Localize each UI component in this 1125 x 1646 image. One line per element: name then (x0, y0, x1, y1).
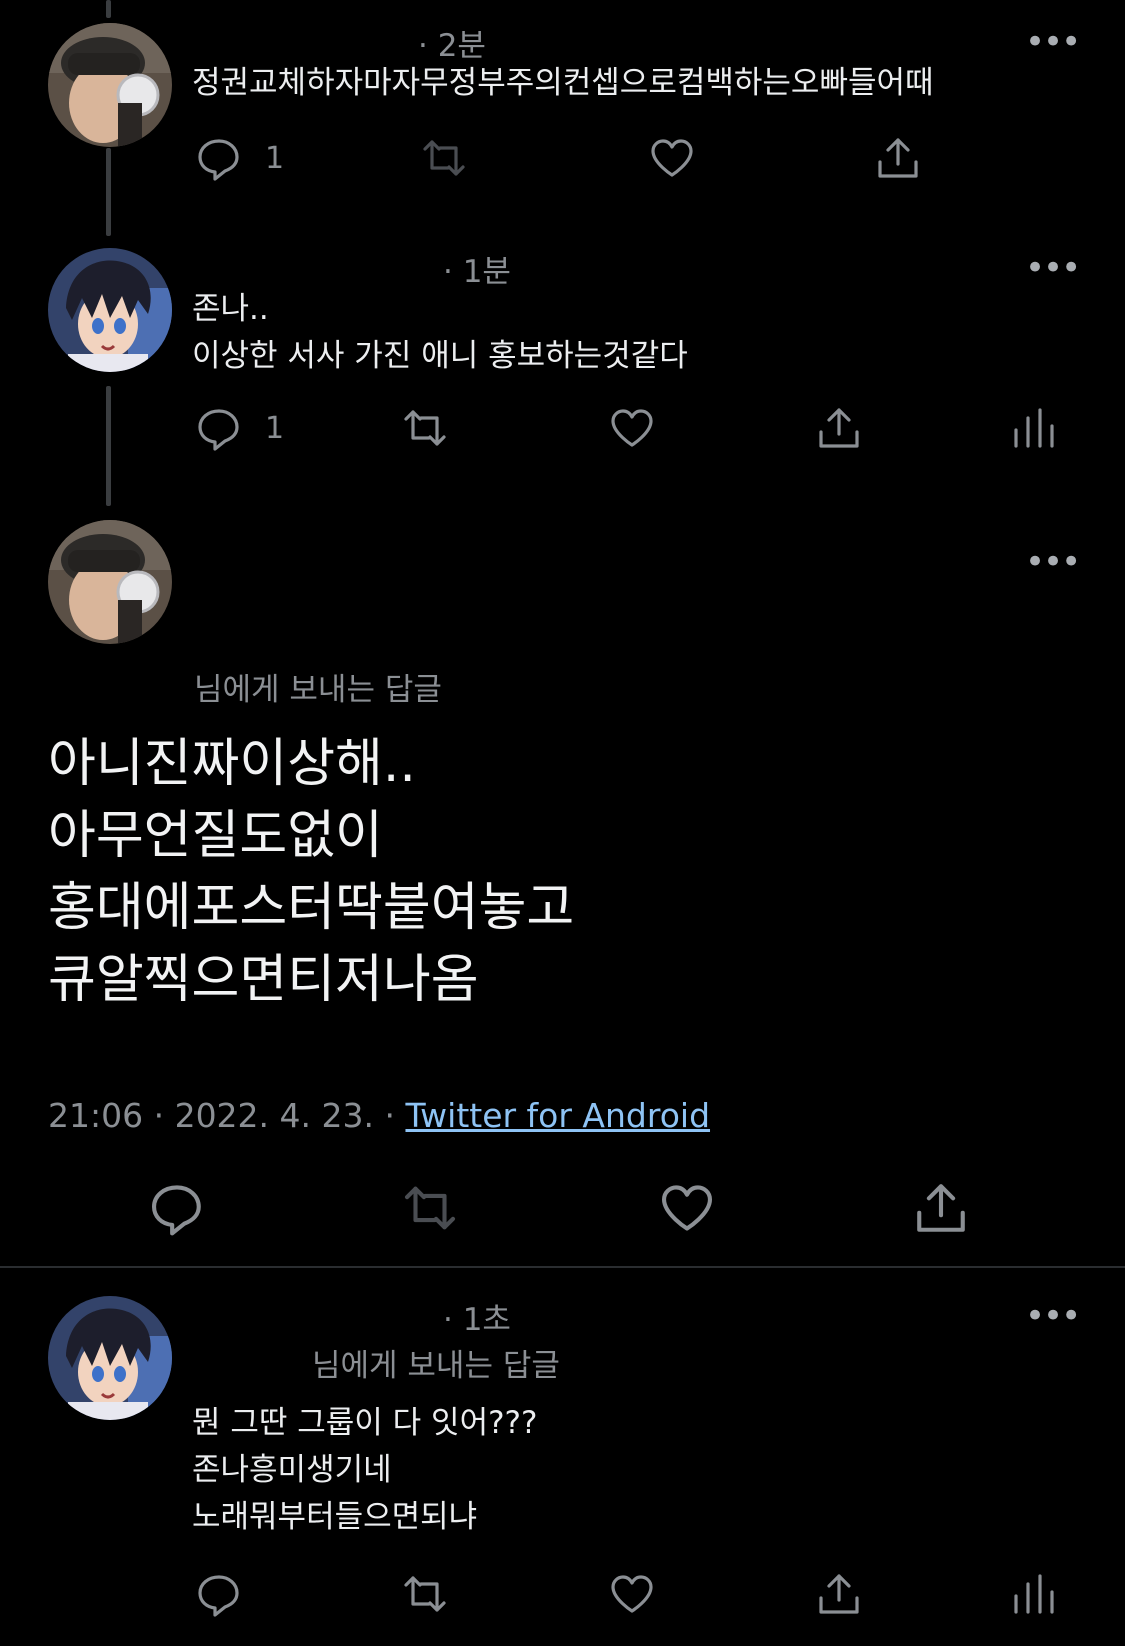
retweet-button[interactable] (420, 134, 468, 182)
tweet-time: · 2분 (418, 28, 486, 64)
tweet-text: 존나.. 이상한 서사 가진 애니 홍보하는것같다 (192, 291, 688, 374)
tweet-text: 뭔 그딴 그룹이 다 잇어??? 존나흥미생기네 노래뭐부터들으면되냐 (192, 1405, 538, 1535)
reply-to-label: 님에게 보내는 답글 (312, 1348, 560, 1384)
reply-button[interactable]: 1 (195, 404, 284, 452)
analytics-icon (1014, 408, 1054, 448)
like-button[interactable] (658, 1179, 716, 1237)
share-button[interactable] (815, 1570, 863, 1618)
tweet-time: · 1분 (443, 254, 511, 290)
retweet-button[interactable] (401, 1570, 449, 1618)
thread-line (106, 0, 111, 18)
analytics-button[interactable] (1010, 404, 1058, 452)
main-tweet-text: 아니진짜이상해.. 아무언질도없이 홍대에포스터딱붙여놓고 큐알찍으면티저나옴 (48, 734, 575, 1010)
share-icon (878, 138, 918, 178)
like-button[interactable] (648, 134, 696, 182)
more-icon[interactable]: ••• (1025, 1296, 1081, 1336)
reply-icon (198, 409, 239, 451)
like-icon (651, 139, 693, 177)
retweet-button[interactable] (401, 404, 449, 452)
retweet-icon (404, 410, 446, 446)
analytics-button[interactable] (1010, 1570, 1058, 1618)
reply-icon (151, 1185, 201, 1236)
reply-button[interactable] (195, 1570, 243, 1618)
share-icon (819, 408, 859, 448)
share-button[interactable] (912, 1179, 970, 1237)
like-icon (611, 1575, 653, 1613)
more-icon[interactable]: ••• (1025, 542, 1081, 582)
thread-line (106, 148, 111, 236)
share-icon (819, 1574, 859, 1614)
retweet-icon (404, 1186, 456, 1230)
reply-button[interactable] (148, 1179, 206, 1237)
like-icon (611, 409, 653, 447)
reply-icon (198, 1575, 239, 1617)
analytics-icon (1014, 1574, 1054, 1614)
reply-to-label: 님에게 보내는 답글 (194, 672, 442, 708)
share-button[interactable] (874, 134, 922, 182)
retweet-icon (404, 1576, 446, 1612)
like-icon (661, 1185, 713, 1231)
share-button[interactable] (815, 404, 863, 452)
like-button[interactable] (608, 1570, 656, 1618)
thread-line (106, 386, 111, 506)
more-icon[interactable]: ••• (1025, 22, 1081, 62)
reply-button[interactable]: 1 (195, 134, 284, 182)
tweet-time: · 1초 (443, 1302, 511, 1338)
more-icon[interactable]: ••• (1025, 248, 1081, 288)
source-link[interactable]: Twitter for Android (405, 1096, 710, 1135)
timestamp-text: 21:06 · 2022. 4. 23. · (48, 1096, 406, 1135)
avatar-photo (48, 520, 172, 644)
share-icon (917, 1184, 965, 1232)
avatar-photo (48, 23, 172, 147)
tweet-timestamp: 21:06 · 2022. 4. 23. · Twitter for Andro… (48, 1096, 710, 1135)
tweet-text: 정권교체하자마자무정부주의컨셉으로컴백하는오빠들어때 (192, 65, 934, 101)
reply-count: 1 (265, 140, 285, 176)
retweet-button[interactable] (401, 1179, 459, 1237)
avatar[interactable] (48, 520, 172, 644)
avatar[interactable] (48, 1296, 172, 1420)
avatar[interactable] (48, 248, 172, 372)
divider (0, 1266, 1125, 1268)
retweet-icon (423, 140, 465, 176)
like-button[interactable] (608, 404, 656, 452)
avatar-anime (48, 1296, 172, 1420)
reply-icon (198, 139, 239, 181)
avatar[interactable] (48, 23, 172, 147)
avatar-anime (48, 248, 172, 372)
reply-count: 1 (265, 410, 285, 446)
